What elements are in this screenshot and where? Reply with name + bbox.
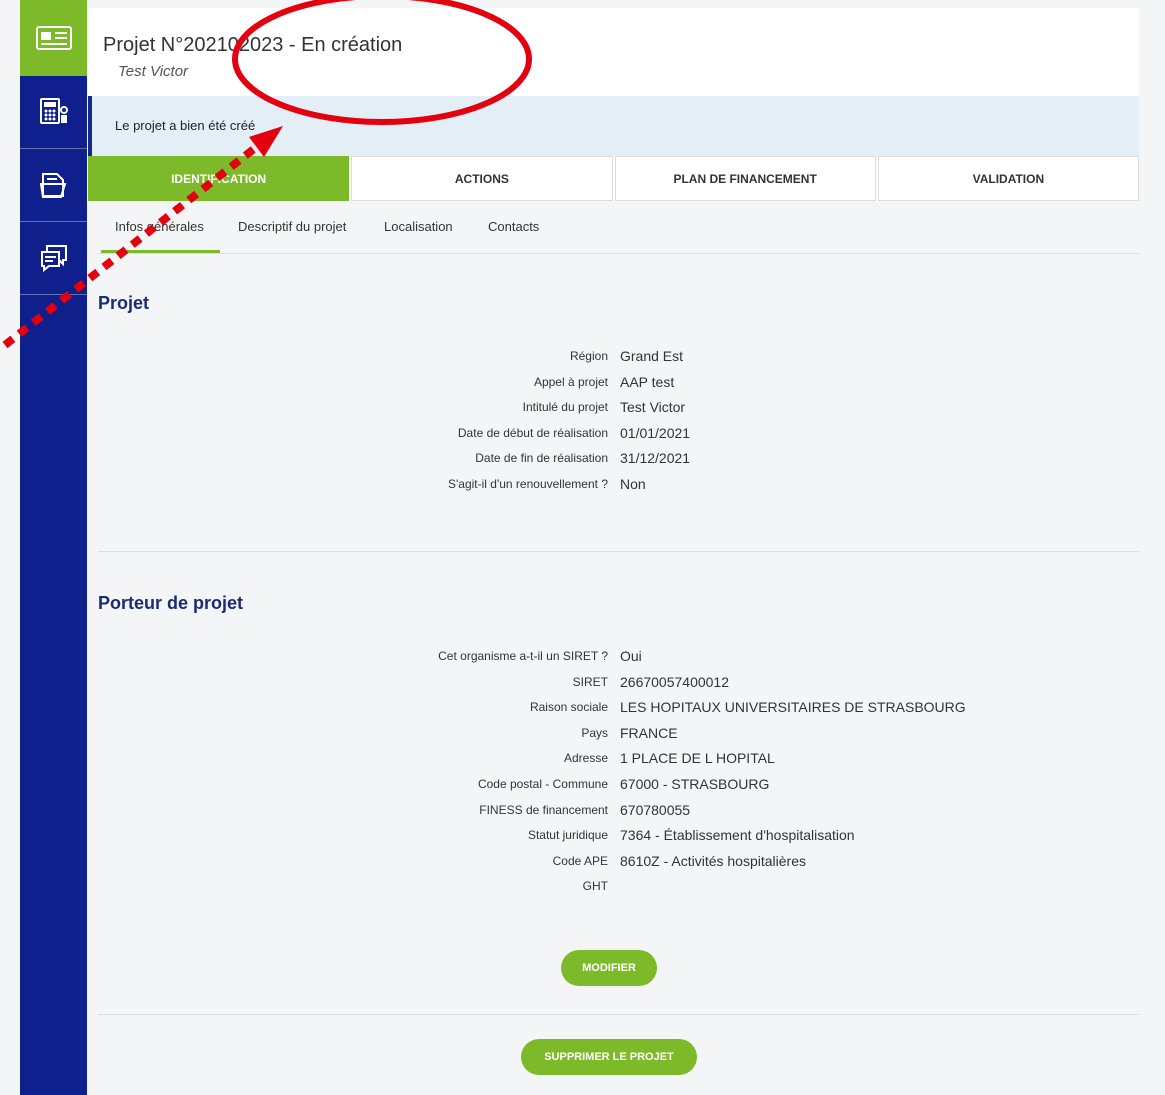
section-title-projet: Projet (98, 293, 150, 313)
detail-value: 8610Z - Activités hospitalières (620, 852, 806, 869)
detail-row: Date de fin de réalisation 31/12/2021 (98, 450, 1138, 477)
detail-value: 01/01/2021 (620, 424, 691, 441)
step-actions[interactable]: ACTIONS (351, 156, 613, 201)
detail-value: Oui (620, 648, 642, 664)
detail-row: Statut juridique 7364 - Établissement d'h… (98, 827, 1138, 854)
sidebar-item-budget[interactable] (20, 76, 87, 149)
step-tabs: IDENTIFICATION ACTIONS PLAN DE FINANCEME… (88, 156, 1139, 201)
porteur-details: Cet organisme a-t-il un SIRET ? Oui SIRET… (98, 648, 1138, 905)
tab-descriptif-du-projet[interactable]: Descriptif du projet (238, 219, 346, 253)
step-plan-de-financement[interactable]: PLAN DE FINANCEMENT (614, 156, 876, 201)
detail-row: Date de début de réalisation 01/01/2021 (98, 424, 1138, 452)
detail-row: Pays FRANCE (98, 724, 1138, 752)
detail-row: Région Grand Est (98, 348, 1138, 375)
detail-row: FINESS de financement 670780055 (98, 801, 1138, 829)
detail-label: Intitulé du projet (522, 400, 608, 415)
detail-row: Code postal - Commune 67000 - STRASBOURG (98, 775, 1138, 803)
detail-label: Date de fin de réalisation (475, 451, 608, 466)
detail-value: Test Victor (620, 399, 686, 416)
delete-project-button[interactable]: SUPPRIMER LE PROJET (521, 1039, 697, 1075)
chat-icon (40, 245, 67, 273)
page-title: Projet N°202102023 - En création (103, 34, 403, 56)
detail-row: Raison sociale LES HOPITAUX UNIVERSITAIRE… (98, 699, 1138, 726)
detail-label: Date de début de réalisation (457, 425, 608, 440)
step-identification[interactable]: IDENTIFICATION (88, 156, 350, 201)
detail-value: Non (620, 475, 646, 492)
projet-details: Région Grand Est Appel à projet AAP test I… (98, 348, 1138, 503)
detail-label: Cet organisme a-t-il un SIRET ? (438, 649, 608, 663)
detail-value: LES HOPITAUX UNIVERSITAIRES DE STRASBOUR… (620, 699, 966, 716)
detail-label: Code postal - Commune (477, 776, 608, 791)
folder-icon (39, 173, 66, 198)
detail-row: S'agit-il d'un renouvellement ? Non (98, 475, 1138, 503)
id-card-icon (35, 26, 72, 50)
detail-value: 26670057400012 (620, 673, 730, 690)
sub-tabs: Infos générales Descriptif du projet Loc… (98, 201, 1139, 254)
detail-value: 31/12/2021 (620, 450, 691, 467)
tab-contacts[interactable]: Contacts (488, 219, 539, 253)
detail-label: Pays (581, 725, 608, 740)
detail-value: 670780055 (620, 801, 691, 818)
alert-message: Le projet a bien été créé (115, 118, 256, 133)
success-alert: Le projet a bien été créé (88, 96, 1139, 156)
detail-label: Région (569, 349, 608, 363)
detail-label: GHT (582, 879, 608, 894)
page-header: Projet N°202102023 - En création Test Vi… (88, 8, 1139, 96)
step-validation[interactable]: VALIDATION (877, 156, 1139, 201)
detail-label: Appel à projet (533, 374, 608, 389)
sidebar-item-messages[interactable] (20, 222, 87, 295)
detail-value: 67000 - STRASBOURG (620, 775, 770, 792)
detail-row: Cet organisme a-t-il un SIRET ? Oui (98, 648, 1138, 675)
detail-value: 7364 - Établissement d'hospitalisation (620, 827, 855, 844)
detail-label: Adresse (563, 751, 608, 766)
detail-value: FRANCE (620, 724, 678, 741)
section-title-porteur: Porteur de projet (98, 593, 244, 613)
detail-label: S'agit-il d'un renouvellement ? (447, 476, 608, 491)
calculator-icon (39, 98, 68, 124)
detail-value: Grand Est (620, 348, 684, 364)
detail-row: GHT (98, 879, 1138, 905)
sidebar (20, 0, 87, 1095)
detail-value: 1 PLACE DE L HOPITAL (620, 750, 775, 767)
detail-row: Adresse 1 PLACE DE L HOPITAL (98, 750, 1138, 777)
detail-row: Appel à projet AAP test (98, 373, 1138, 401)
detail-row: Intitulé du projet Test Victor (98, 399, 1138, 426)
detail-row: Code APE 8610Z - Activités hospitalières (98, 852, 1138, 880)
modify-button[interactable]: MODIFIER (561, 950, 657, 986)
detail-row: SIRET 26670057400012 (98, 673, 1138, 701)
detail-label: Raison sociale (529, 700, 608, 715)
sidebar-item-documents[interactable] (20, 149, 87, 222)
divider (98, 1014, 1139, 1015)
detail-value: AAP test (620, 373, 675, 390)
detail-label: Code APE (552, 853, 608, 868)
page-subtitle: Test Victor (118, 63, 189, 80)
tab-localisation[interactable]: Localisation (384, 219, 453, 253)
main-content: Projet N°202102023 - En création Test Vi… (88, 8, 1139, 1095)
tab-infos-generales[interactable]: Infos générales (101, 219, 220, 253)
detail-label: FINESS de financement (479, 802, 608, 817)
detail-label: Statut juridique (527, 828, 608, 843)
sidebar-item-identification[interactable] (20, 0, 87, 76)
divider (98, 551, 1139, 552)
detail-label: SIRET (572, 674, 608, 689)
